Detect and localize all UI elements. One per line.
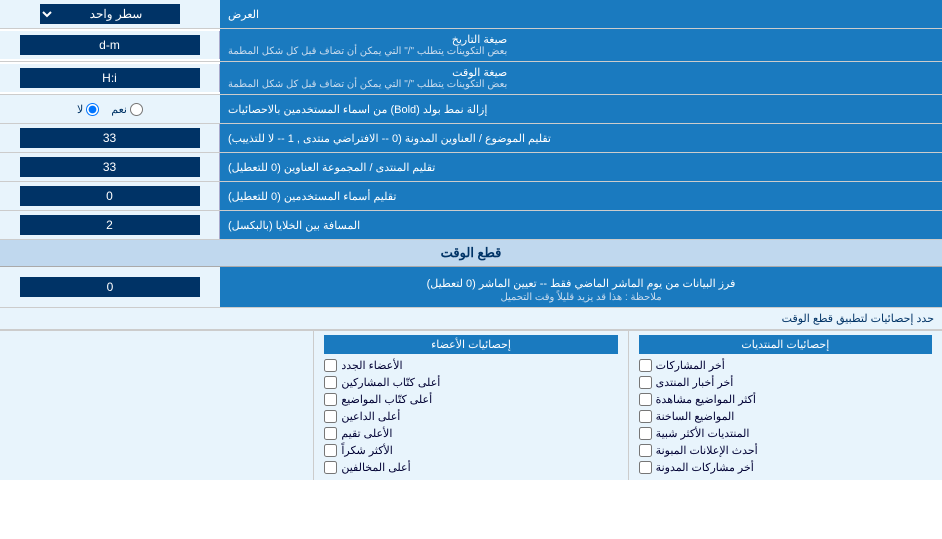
checkbox-top-posters[interactable]: [324, 376, 337, 389]
cutoff-section-header: قطع الوقت: [0, 240, 942, 267]
forum-order-input-container: [0, 153, 220, 181]
forum-order-row: تقليم المنتدى / المجموعة العناوين (0 للت…: [0, 153, 942, 182]
members-stats-header: إحصائيات الأعضاء: [324, 335, 617, 354]
check-item-m5: الأعلى تقيم: [324, 425, 617, 442]
display-select[interactable]: سطر واحد سطرين ثلاثة أسطر: [40, 4, 180, 24]
date-format-input[interactable]: [20, 35, 200, 55]
date-format-input-container: [0, 31, 220, 59]
time-format-label: صيغة الوقت بعض التكوينات يتطلب "/" التي …: [220, 62, 942, 94]
check-item-2: أخر أخبار المنتدى: [639, 374, 932, 391]
bold-yes-radio[interactable]: [130, 103, 143, 116]
checkbox-last-blog-posts[interactable]: [639, 461, 652, 474]
checkboxes-section: إحصائيات المنتديات أخر المشاركات أخر أخب…: [0, 330, 942, 480]
check-item-m7: أعلى المخالفين: [324, 459, 617, 476]
forums-stats-col: إحصائيات المنتديات أخر المشاركات أخر أخب…: [628, 331, 942, 480]
bold-no-radio[interactable]: [86, 103, 99, 116]
topic-order-input[interactable]: [20, 128, 200, 148]
checkbox-most-thanked[interactable]: [324, 444, 337, 457]
cell-spacing-row: المسافة بين الخلايا (بالبكسل): [0, 211, 942, 240]
checkbox-top-inviters[interactable]: [324, 410, 337, 423]
cell-spacing-input-container: [0, 211, 220, 239]
time-format-input[interactable]: [20, 68, 200, 88]
date-format-row: صيغة التاريخ بعض التكوينات يتطلب "/" الت…: [0, 29, 942, 62]
time-format-input-container: [0, 64, 220, 92]
user-names-input-container: [0, 182, 220, 210]
checkbox-new-members[interactable]: [324, 359, 337, 372]
checkbox-top-violators[interactable]: [324, 461, 337, 474]
user-names-label: تقليم أسماء المستخدمين (0 للتعطيل): [220, 182, 942, 210]
checkbox-top-rated[interactable]: [324, 427, 337, 440]
user-names-input[interactable]: [20, 186, 200, 206]
display-label: العرض: [220, 0, 942, 28]
checkbox-last-posts[interactable]: [639, 359, 652, 372]
checkbox-top-topic-writers[interactable]: [324, 393, 337, 406]
limit-label-row: حدد إحصائيات لتطبيق قطع الوقت: [0, 308, 942, 330]
time-format-row: صيغة الوقت بعض التكوينات يتطلب "/" التي …: [0, 62, 942, 95]
checkbox-latest-announcements[interactable]: [639, 444, 652, 457]
bold-yes-label: نعم: [111, 103, 143, 116]
checkbox-most-viewed[interactable]: [639, 393, 652, 406]
check-item-m4: أعلى الداعين: [324, 408, 617, 425]
forum-order-label: تقليم المنتدى / المجموعة العناوين (0 للت…: [220, 153, 942, 181]
bold-remove-options: نعم لا: [0, 95, 220, 123]
check-item-m6: الأكثر شكراً: [324, 442, 617, 459]
topic-order-row: تقليم الموضوع / العناوين المدونة (0 -- ا…: [0, 124, 942, 153]
members-stats-col: إحصائيات الأعضاء الأعضاء الجدد أعلى كتّا…: [313, 331, 627, 480]
cutoff-input-container: [0, 267, 220, 307]
check-item-6: أحدث الإعلانات المبونة: [639, 442, 932, 459]
date-format-label: صيغة التاريخ بعض التكوينات يتطلب "/" الت…: [220, 29, 942, 61]
cutoff-label: فرز البيانات من يوم الماشر الماضي فقط --…: [220, 267, 942, 307]
check-item-m1: الأعضاء الجدد: [324, 357, 617, 374]
check-item-m3: أعلى كتّاب المواضيع: [324, 391, 617, 408]
check-item-4: المواضيع الساخنة: [639, 408, 932, 425]
cell-spacing-label: المسافة بين الخلايا (بالبكسل): [220, 211, 942, 239]
cell-spacing-input[interactable]: [20, 215, 200, 235]
checkbox-hot-topics[interactable]: [639, 410, 652, 423]
checkbox-last-news[interactable]: [639, 376, 652, 389]
check-item-1: أخر المشاركات: [639, 357, 932, 374]
empty-col: [0, 331, 313, 480]
bold-no-label: لا: [77, 103, 99, 116]
forums-stats-header: إحصائيات المنتديات: [639, 335, 932, 354]
display-select-container: سطر واحد سطرين ثلاثة أسطر: [0, 0, 220, 28]
user-names-row: تقليم أسماء المستخدمين (0 للتعطيل): [0, 182, 942, 211]
check-item-5: المنتديات الأكثر شبية: [639, 425, 932, 442]
topic-order-input-container: [0, 124, 220, 152]
cutoff-input[interactable]: [20, 277, 200, 297]
cutoff-row: فرز البيانات من يوم الماشر الماضي فقط --…: [0, 267, 942, 308]
topic-order-label: تقليم الموضوع / العناوين المدونة (0 -- ا…: [220, 124, 942, 152]
bold-remove-row: إزالة نمط بولد (Bold) من اسماء المستخدمي…: [0, 95, 942, 124]
checkbox-most-similar[interactable]: [639, 427, 652, 440]
bold-remove-label: إزالة نمط بولد (Bold) من اسماء المستخدمي…: [220, 95, 942, 123]
check-item-3: أكثر المواضيع مشاهدة: [639, 391, 932, 408]
check-item-7: أخر مشاركات المدونة: [639, 459, 932, 476]
check-item-m2: أعلى كتّاب المشاركين: [324, 374, 617, 391]
forum-order-input[interactable]: [20, 157, 200, 177]
